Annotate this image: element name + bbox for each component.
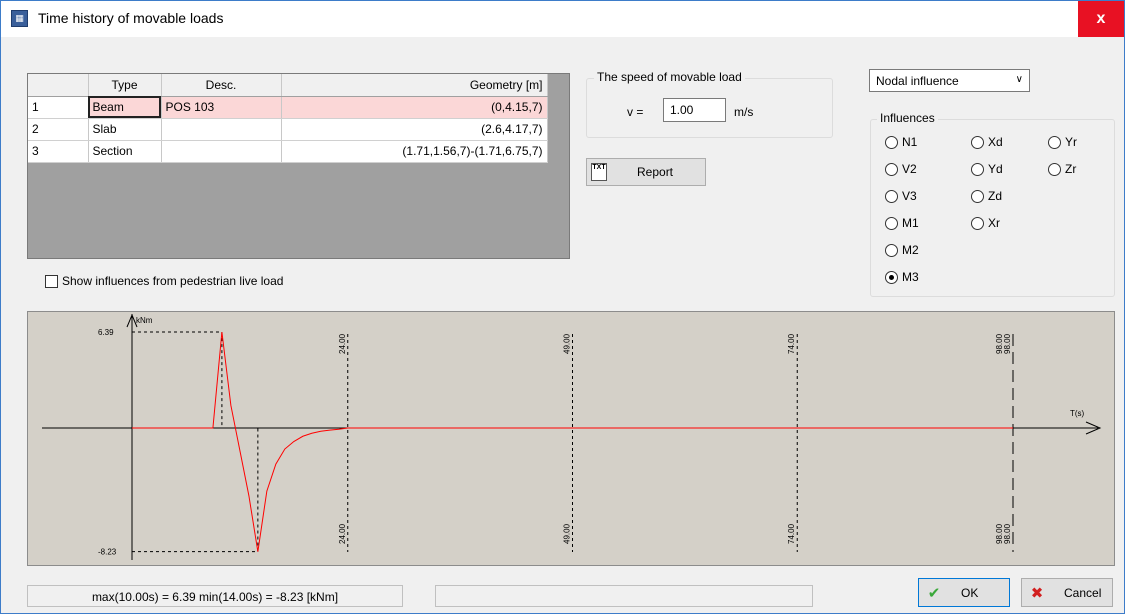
time-marker-label-bottom: 49.00 (563, 523, 572, 544)
radio-circle[interactable] (971, 162, 984, 176)
report-button[interactable]: TXT Report (586, 158, 706, 186)
pedestrian-checkbox-label[interactable]: Show influences from pedestrian live loa… (62, 274, 283, 288)
row-number: 3 (28, 140, 89, 163)
radio-circle[interactable] (885, 189, 898, 203)
txt-report-icon: TXT (591, 163, 607, 181)
radio-label: N1 (902, 135, 918, 149)
influence-mode-value: Nodal influence (876, 74, 959, 88)
cancel-x-icon: ✖ (1030, 584, 1044, 602)
chart-svg: kNm T(s) 6.39 -8.23 24.00 24.00 49.00 49.00 74.0… (42, 313, 1102, 560)
speed-label: v = (627, 105, 644, 119)
ok-button[interactable]: ✔ OK (918, 578, 1010, 607)
table-row[interactable]: 2 Slab (2.6,4.17,7) (28, 118, 548, 141)
radio-m2[interactable]: M2 (885, 243, 919, 257)
cell-desc[interactable]: POS 103 (161, 96, 282, 119)
loads-grid: Type Desc. Geometry [m] 1 Beam POS 103 (… (27, 73, 570, 259)
cell-desc[interactable] (161, 118, 282, 141)
y-axis-label: kNm (136, 316, 153, 325)
radio-zr[interactable]: Zr (1048, 162, 1076, 176)
radio-circle[interactable] (885, 216, 898, 230)
cell-type[interactable]: Section (88, 140, 162, 163)
table-row[interactable]: 1 Beam POS 103 (0,4.15,7) (28, 96, 548, 119)
close-button[interactable]: x (1078, 1, 1124, 37)
radio-circle-checked[interactable] (885, 270, 898, 284)
radio-m1[interactable]: M1 (885, 216, 919, 230)
radio-label: M1 (902, 216, 919, 230)
radio-circle[interactable] (1048, 135, 1061, 149)
radio-n1[interactable]: N1 (885, 135, 917, 149)
chevron-down-icon: ∨ (1015, 74, 1023, 85)
cell-geometry[interactable]: (1.71,1.56,7)-(1.71,6.75,7) (281, 140, 548, 163)
grid-header-desc[interactable]: Desc. (161, 74, 282, 97)
radio-v3[interactable]: V3 (885, 189, 917, 203)
radio-zd[interactable]: Zd (971, 189, 1002, 203)
influence-mode-select[interactable]: Nodal influence ∨ (869, 69, 1030, 92)
time-marker-label-top: 98.00 (1003, 333, 1012, 354)
dialog-window: ▦ Time history of movable loads x Type D… (0, 0, 1125, 614)
grid-header-geometry[interactable]: Geometry [m] (281, 74, 548, 97)
radio-circle[interactable] (1048, 162, 1061, 176)
pedestrian-checkbox-row[interactable]: Show influences from pedestrian live loa… (45, 274, 283, 288)
checkmark-icon: ✔ (927, 584, 941, 602)
cancel-button[interactable]: ✖ Cancel (1021, 578, 1113, 607)
title-bar: ▦ Time history of movable loads x (1, 1, 1124, 37)
radio-circle[interactable] (885, 162, 898, 176)
table-row[interactable]: 3 Section (1.71,1.56,7)-(1.71,6.75,7) (28, 140, 548, 163)
cell-geometry[interactable]: (0,4.15,7) (281, 96, 548, 119)
time-history-chart: kNm T(s) 6.39 -8.23 24.00 24.00 49.00 49.00 74.0… (27, 311, 1115, 566)
radio-label: Zr (1065, 162, 1077, 176)
influences-group-title: Influences (877, 111, 938, 125)
radio-label: Zd (988, 189, 1003, 203)
radio-circle[interactable] (885, 243, 898, 257)
grid-header-type[interactable]: Type (88, 74, 162, 97)
radio-label: Xr (988, 216, 1000, 230)
radio-circle[interactable] (971, 216, 984, 230)
window-title: Time history of movable loads (38, 10, 224, 26)
app-icon: ▦ (11, 10, 28, 27)
time-marker-label-top: 24.00 (338, 333, 347, 354)
cell-type[interactable]: Beam (88, 96, 162, 119)
radio-yr[interactable]: Yr (1048, 135, 1077, 149)
speed-unit: m/s (734, 105, 754, 119)
x-axis-label: T(s) (1070, 409, 1085, 418)
time-marker-label-bottom: 74.00 (787, 523, 796, 544)
radio-yd[interactable]: Yd (971, 162, 1003, 176)
radio-circle[interactable] (971, 135, 984, 149)
status-maxmin: max(10.00s) = 6.39 min(14.00s) = -8.23 [… (27, 585, 403, 607)
cancel-button-label: Cancel (1064, 585, 1102, 600)
radio-circle[interactable] (885, 135, 898, 149)
radio-label: Xd (988, 135, 1003, 149)
radio-m3[interactable]: M3 (885, 270, 919, 284)
speed-group-title: The speed of movable load (594, 70, 745, 84)
cell-desc[interactable] (161, 140, 282, 163)
max-guide (132, 331, 223, 428)
row-number: 1 (28, 96, 89, 119)
radio-circle[interactable] (971, 189, 984, 203)
radio-v2[interactable]: V2 (885, 162, 917, 176)
y-min-label: -8.23 (98, 548, 117, 557)
time-marker-label-bottom: 24.00 (338, 523, 347, 544)
time-marker-label-top: 74.00 (787, 333, 796, 354)
radio-label: V2 (902, 162, 917, 176)
radio-xd[interactable]: Xd (971, 135, 1003, 149)
radio-label: V3 (902, 189, 917, 203)
ok-button-label: OK (961, 585, 979, 600)
speed-input[interactable]: 1.00 (663, 98, 726, 122)
pedestrian-checkbox[interactable] (45, 274, 58, 288)
report-button-label: Report (637, 165, 674, 179)
radio-label: M2 (902, 243, 919, 257)
radio-xr[interactable]: Xr (971, 216, 1000, 230)
radio-label: Yd (988, 162, 1003, 176)
status-secondary (435, 585, 813, 607)
radio-label: M3 (902, 270, 919, 284)
grid-header-rownum (28, 74, 89, 97)
time-marker-label-top: 49.00 (563, 333, 572, 354)
radio-label: Yr (1065, 135, 1077, 149)
cell-geometry[interactable]: (2.6,4.17,7) (281, 118, 548, 141)
cell-type[interactable]: Slab (88, 118, 162, 141)
time-marker-label-bottom: 98.00 (1003, 523, 1012, 544)
row-number: 2 (28, 118, 89, 141)
y-max-label: 6.39 (98, 328, 114, 337)
